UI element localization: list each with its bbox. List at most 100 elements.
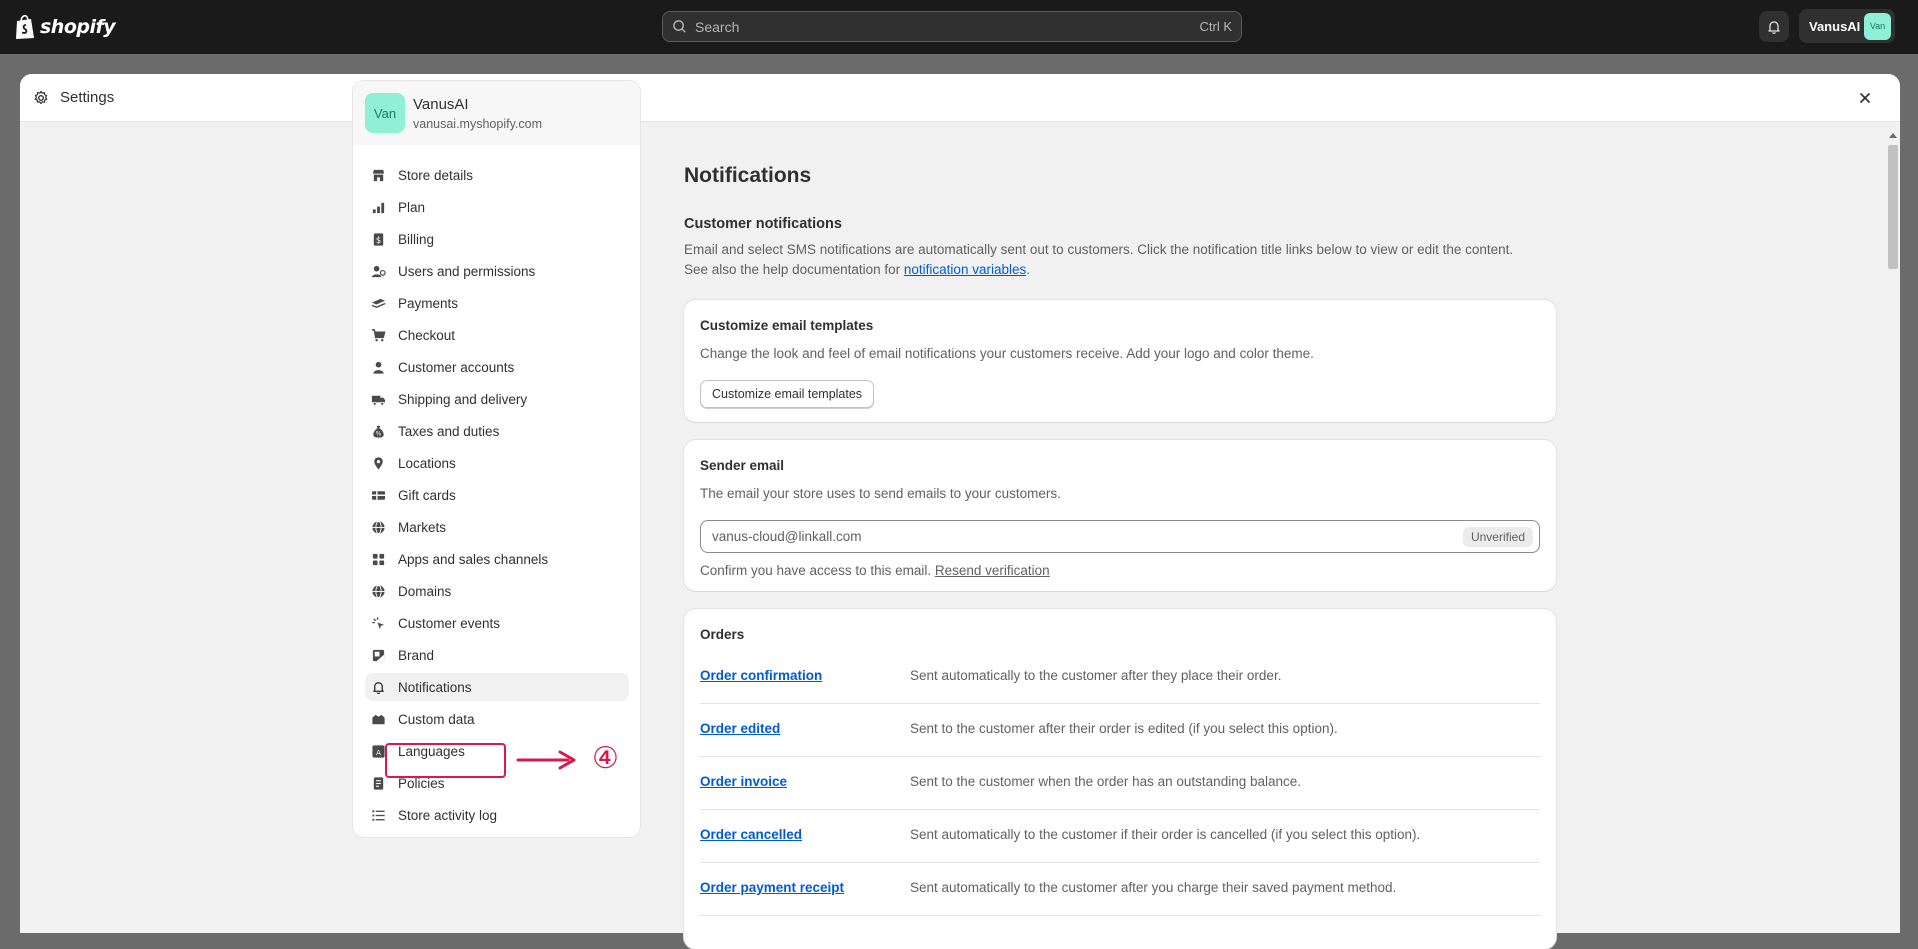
nav-item-store-activity-log[interactable]: Store activity log (365, 801, 629, 829)
nav-label: Customer accounts (398, 359, 515, 375)
nav-label: Checkout (398, 327, 456, 343)
close-button[interactable] (1855, 88, 1875, 108)
page-title: Notifications (684, 164, 812, 187)
search-shortcut: Ctrl K (1199, 19, 1233, 34)
sender-email-field[interactable]: vanus-cloud@linkall.com Unverified (700, 520, 1540, 553)
nav-label: Plan (398, 199, 426, 215)
nav-label: Apps and sales channels (398, 551, 549, 567)
email-helper-text: Confirm you have access to this email. R… (700, 563, 1050, 578)
globe-icon (372, 520, 385, 534)
user-menu-button[interactable]: VanusAI Van (1799, 9, 1895, 43)
nav-item-notifications[interactable]: Notifications (365, 673, 629, 701)
globe-icon (372, 584, 385, 598)
shopify-logo[interactable]: shopify (14, 13, 116, 41)
customize-templates-card: Customize email templates Change the loo… (684, 300, 1556, 422)
section-title: Customer notifications (684, 216, 842, 232)
store-icon (372, 169, 385, 181)
row-description: Sent automatically to the customer after… (910, 880, 1397, 895)
orders-card: Orders Order confirmation Sent automatic… (684, 609, 1556, 949)
nav-item-gift-cards[interactable]: Gift cards (365, 481, 629, 509)
nav-item-users-and-permissions[interactable]: Users and permissions (365, 257, 629, 285)
customize-email-templates-button[interactable]: Customize email templates (700, 380, 875, 408)
shopify-bag-icon (16, 14, 34, 39)
nav-label: Shipping and delivery (398, 391, 528, 407)
order-cancelled-link[interactable]: Order cancelled (700, 827, 802, 842)
bell-icon (1768, 20, 1780, 34)
nav-item-billing[interactable]: $ Billing (365, 225, 629, 253)
nav-item-plan[interactable]: Plan (365, 193, 629, 221)
nav-label: Billing (398, 231, 435, 247)
section-description: Email and select SMS notifications are a… (684, 240, 1524, 280)
status-badge: Unverified (1462, 526, 1533, 547)
modal-header: Settings (20, 74, 1900, 122)
nav-label: Customer events (398, 615, 501, 631)
nav-item-payments[interactable]: Payments (365, 289, 629, 317)
store-avatar: Van (365, 93, 405, 133)
scroll-up-arrow[interactable] (1889, 133, 1897, 138)
nav-item-brand[interactable]: Brand (365, 641, 629, 669)
nav-item-domains[interactable]: Domains (365, 577, 629, 605)
resend-verification-link[interactable]: Resend verification (935, 563, 1050, 578)
nav-label: Store details (398, 167, 474, 183)
order-payment-receipt-link[interactable]: Order payment receipt (700, 880, 844, 895)
card-title: Sender email (700, 458, 785, 473)
nav-label: Domains (398, 583, 452, 599)
table-row: Order confirmation Sent automatically to… (700, 651, 1540, 704)
nav-item-markets[interactable]: Markets (365, 513, 629, 541)
store-name: VanusAI (413, 96, 469, 113)
helper-text: Confirm you have access to this email. (700, 563, 935, 578)
logo-text: shopify (40, 16, 116, 38)
payments-icon (371, 298, 386, 308)
store-header[interactable]: Van VanusAI vanusai.myshopify.com (353, 81, 640, 145)
card-title: Orders (700, 627, 745, 642)
scrollbar[interactable] (1886, 131, 1900, 933)
card-text: The email your store uses to send emails… (700, 486, 1061, 501)
scroll-thumb[interactable] (1888, 145, 1898, 269)
cart-icon (371, 328, 386, 341)
row-description: Sent automatically to the customer after… (910, 668, 1282, 683)
svg-text:A: A (376, 747, 381, 756)
annotation-step-number: ④ (592, 741, 619, 776)
nav-item-apps-and-sales-channels[interactable]: Apps and sales channels (365, 545, 629, 573)
search-icon (673, 20, 686, 33)
order-invoice-link[interactable]: Order invoice (700, 774, 787, 789)
nav-item-shipping-and-delivery[interactable]: Shipping and delivery (365, 385, 629, 413)
section-desc-text: Email and select SMS notifications are a… (684, 242, 1514, 277)
nav-item-locations[interactable]: Locations (365, 449, 629, 477)
row-description: Sent automatically to the customer if th… (910, 827, 1421, 842)
sender-email-card: Sender email The email your store uses t… (684, 440, 1556, 591)
tax-icon: % (373, 425, 384, 437)
nav-item-custom-data[interactable]: Custom data (365, 705, 629, 733)
search-bar[interactable]: Search Ctrl K (662, 11, 1242, 42)
nav-item-store-details[interactable]: Store details (365, 161, 629, 189)
row-description: Sent to the customer after their order i… (910, 721, 1338, 736)
billing-icon: $ (373, 232, 384, 246)
nav-item-customer-accounts[interactable]: Customer accounts (365, 353, 629, 381)
brand-icon (372, 649, 385, 661)
nav-item-customer-events[interactable]: Customer events (365, 609, 629, 637)
notifications-button[interactable] (1759, 11, 1789, 42)
list-icon (372, 809, 385, 821)
table-row: Order invoice Sent to the customer when … (700, 757, 1540, 810)
nav-label: Brand (398, 647, 435, 663)
nav-item-taxes-and-duties[interactable]: % Taxes and duties (365, 417, 629, 445)
svg-text:$: $ (376, 234, 381, 244)
order-confirmation-link[interactable]: Order confirmation (700, 668, 822, 683)
table-row: Order cancelled Sent automatically to th… (700, 810, 1540, 863)
svg-text:%: % (376, 430, 382, 437)
modal-title: Settings (60, 89, 115, 106)
plan-icon (372, 202, 385, 213)
database-icon (372, 714, 385, 724)
settings-nav: Van VanusAI vanusai.myshopify.com Store … (352, 80, 641, 838)
nav-item-checkout[interactable]: Checkout (365, 321, 629, 349)
gift-card-icon (371, 490, 386, 500)
nav-label: Taxes and duties (398, 423, 500, 439)
cursor-icon (372, 616, 385, 629)
order-edited-link[interactable]: Order edited (700, 721, 780, 736)
card-title: Customize email templates (700, 318, 874, 333)
notification-variables-link[interactable]: notification variables (904, 262, 1026, 277)
email-value: vanus-cloud@linkall.com (712, 529, 862, 544)
nav-label: Payments (398, 295, 459, 311)
annotation-arrow-icon (516, 750, 576, 770)
nav-label: Markets (398, 519, 447, 535)
